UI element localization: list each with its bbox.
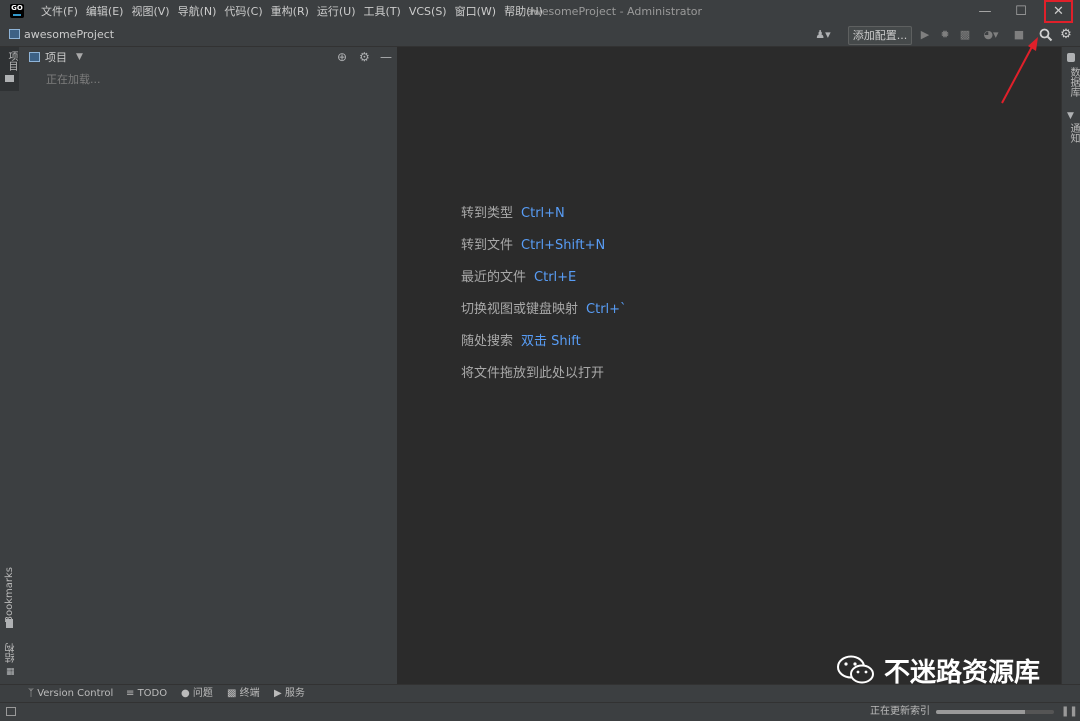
folder-icon [5,75,14,82]
editor-area[interactable]: 转到类型 Ctrl+N 转到文件 Ctrl+Shift+N 最近的文件 Ctrl+E … [398,47,1061,684]
debug-icon[interactable]: ✹ [938,26,952,44]
status-text: 正在更新索引 [870,706,930,717]
database-tool-tab[interactable]: 数据库 [1062,51,1080,103]
locate-file-icon[interactable]: ⊕ [337,47,347,68]
tool-services[interactable]: ▶ 服务 [274,685,305,703]
pause-icon[interactable]: ❚❚ [1061,703,1078,721]
bookmarks-tool-tab[interactable]: Bookmarks [0,563,19,633]
structure-tool-label: 结构 [6,643,17,663]
goland-logo-icon: GO [10,4,24,18]
close-button[interactable]: ✕ [1044,0,1073,23]
menu-code[interactable]: 代码(C) [220,0,266,24]
project-tool-label: 项目 [6,51,17,71]
hint-shortcut: Ctrl+Shift+N [521,238,606,253]
database-icon [1067,53,1075,62]
menu-window[interactable]: 窗口(W) [451,0,500,24]
project-panel-header: 项目 ▼ ⊕ ⚙ — [19,47,397,68]
menu-vcs[interactable]: VCS(S) [405,0,451,24]
hint-label: 转到类型 [461,206,514,221]
wechat-logo-icon [837,655,874,684]
hint-goto-file: 转到文件 Ctrl+Shift+N [461,234,605,253]
hint-shortcut: Ctrl+` [586,302,627,317]
right-tool-strip: 数据库 ▼ 通知 [1061,47,1080,684]
window-title: awesomeProject - Administrator [526,5,703,18]
maximize-button[interactable]: ☐ [1003,0,1039,24]
chevron-down-icon[interactable]: ▼ [76,47,83,68]
layout-toggle-icon[interactable] [6,707,16,716]
watermark: 不迷路资源库 [836,650,1040,690]
hint-label: 最近的文件 [461,270,527,285]
add-configuration-button[interactable]: 添加配置... [848,26,912,45]
tool-todo[interactable]: ≡ TODO [126,685,167,703]
project-panel: 项目 ▼ ⊕ ⚙ — 正在加载... [19,47,398,684]
user-account-icon[interactable]: ♟▾ [812,26,834,44]
bell-icon: ▼ [1067,111,1074,121]
hint-label: 转到文件 [461,238,514,253]
run-icon[interactable]: ▶ [918,26,932,44]
hint-label: 切换视图或键盘映射 [461,302,579,317]
main-menu: 文件(F) 编辑(E) 视图(V) 导航(N) 代码(C) 重构(R) 运行(U… [37,0,547,24]
annotation-arrow-icon [1001,37,1038,104]
menu-tools[interactable]: 工具(T) [360,0,405,24]
menu-navigate[interactable]: 导航(N) [174,0,221,24]
status-bar: 正在更新索引 ❚❚ [0,702,1080,721]
hint-switch-view: 切换视图或键盘映射 Ctrl+` [461,298,627,317]
breadcrumb-project[interactable]: awesomeProject [24,24,114,46]
watermark-text: 不迷路资源库 [884,657,1041,688]
navigation-bar: awesomeProject ♟▾ 添加配置... ▶ ✹ ▩ ◕▾ ■ ⚙ [0,24,1080,47]
hide-panel-icon[interactable]: — [380,47,392,68]
coverage-icon[interactable]: ▩ [958,26,972,44]
menu-view[interactable]: 视图(V) [127,0,173,24]
indexing-progress-bar [936,710,1054,714]
tool-version-control[interactable]: ᛉ Version Control [28,685,113,703]
tool-problems[interactable]: ● 问题 [181,685,213,703]
project-folder-icon [9,29,20,39]
menu-run[interactable]: 运行(U) [313,0,360,24]
menu-refactor[interactable]: 重构(R) [267,0,313,24]
hint-search-everywhere: 随处搜索 双击 Shift [461,330,581,349]
hint-label: 随处搜索 [461,334,514,349]
structure-icon: ▦ [6,667,15,677]
bookmark-icon [6,619,13,628]
menu-file[interactable]: 文件(F) [37,0,82,24]
hint-shortcut: 双击 Shift [521,334,581,349]
progress-fill [936,710,1025,714]
structure-tool-tab[interactable]: 结构 ▦ [0,639,19,679]
menu-edit[interactable]: 编辑(E) [82,0,128,24]
title-bar: GO 文件(F) 编辑(E) 视图(V) 导航(N) 代码(C) 重构(R) 运… [0,0,1080,24]
notifications-tool-label: 通知 [1068,123,1079,143]
database-tool-label: 数据库 [1068,67,1079,97]
hint-drop-files: 将文件拖放到此处以打开 [461,362,604,381]
tool-terminal[interactable]: ▩ 终端 [227,685,260,703]
hint-label: 将文件拖放到此处以打开 [461,366,605,381]
panel-settings-gear-icon[interactable]: ⚙ [359,47,370,68]
hint-shortcut: Ctrl+E [534,270,577,285]
hint-recent-files: 最近的文件 Ctrl+E [461,266,576,285]
hint-goto-type: 转到类型 Ctrl+N [461,202,565,221]
minimize-button[interactable]: — [967,0,1003,24]
left-tool-strip: 项目 Bookmarks 结构 ▦ [0,47,20,684]
bookmarks-tool-label: Bookmarks [4,567,15,623]
loading-text: 正在加载... [46,73,101,86]
search-icon[interactable] [1039,28,1053,42]
settings-gear-icon[interactable]: ⚙ [1058,26,1074,44]
project-panel-title[interactable]: 项目 [45,47,67,68]
project-tool-tab[interactable]: 项目 [0,47,19,91]
notifications-tool-tab[interactable]: ▼ 通知 [1062,109,1080,149]
hint-shortcut: Ctrl+N [521,206,565,221]
project-view-icon [29,52,40,62]
